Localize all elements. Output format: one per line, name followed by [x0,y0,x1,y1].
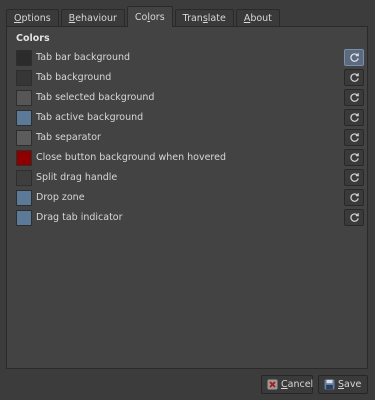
tab-colors-label-start: Co [134,11,148,23]
color-label: Tab selected background [36,92,155,103]
color-swatch[interactable] [16,90,32,106]
color-row-drop-zone: Drop zone [16,189,364,207]
color-swatch[interactable] [16,170,32,186]
color-label: Tab active background [36,112,144,123]
cancel-icon [267,379,278,390]
cancel-mnemonic: C [281,379,288,390]
color-label: Close button background when hovered [36,152,227,163]
tab-options[interactable]: Options [6,9,59,27]
tab-behaviour[interactable]: Behaviour [60,9,125,27]
reset-button[interactable] [344,149,364,166]
save-icon [324,379,335,390]
color-label: Drop zone [36,192,85,203]
color-row-split-drag-handle: Split drag handle [16,169,364,187]
tab-translate-label-end: late [207,13,226,24]
color-label: Tab separator [36,132,101,143]
colors-panel: Colors Tab bar background Tab background… [6,26,368,369]
tab-translate[interactable]: Tran s late [174,9,234,27]
reset-button[interactable] [344,69,364,86]
tab-behaviour-label: ehaviour [75,13,117,24]
color-swatch[interactable] [16,70,32,86]
tab-colors[interactable]: Co l ors [126,6,173,27]
reset-button[interactable] [344,169,364,186]
color-swatch[interactable] [16,150,32,166]
cancel-button[interactable]: Cancel [261,375,313,394]
tab-about-label: bout [250,13,272,24]
color-label: Tab background [36,72,112,83]
save-label: ave [344,379,362,390]
tab-translate-label-start: Tran [182,13,203,24]
reset-button[interactable] [344,129,364,146]
save-button[interactable]: Save [318,375,368,394]
settings-tab-bar: Options Behaviour Co l ors Tran s late About [6,6,282,27]
color-row-tab-active-background: Tab active background [16,109,364,127]
reset-button[interactable] [344,209,364,226]
color-label: Tab bar background [36,52,131,63]
color-swatch[interactable] [16,110,32,126]
cancel-label: ancel [287,379,314,390]
color-swatch[interactable] [16,210,32,226]
reset-icon [349,53,359,62]
tab-options-mnemonic: O [14,13,22,24]
reset-button[interactable] [344,49,364,66]
color-swatch[interactable] [16,50,32,66]
reset-icon [349,133,359,142]
color-row-close-button-hover: Close button background when hovered [16,149,364,167]
color-label: Drag tab indicator [36,212,123,223]
tab-about[interactable]: About [235,9,280,27]
color-label: Split drag handle [36,172,118,183]
reset-button[interactable] [344,89,364,106]
color-row-drag-tab-indicator: Drag tab indicator [16,209,364,227]
color-row-tab-selected-background: Tab selected background [16,89,364,107]
reset-button[interactable] [344,189,364,206]
section-title: Colors [16,33,50,44]
reset-icon [349,113,359,122]
reset-icon [349,193,359,202]
reset-button[interactable] [344,109,364,126]
reset-icon [349,93,359,102]
color-row-tab-bar-background: Tab bar background [16,49,364,67]
color-swatch[interactable] [16,190,32,206]
color-row-tab-separator: Tab separator [16,129,364,147]
reset-icon [349,153,359,162]
tab-colors-label-end: ors [150,11,165,23]
color-swatch[interactable] [16,130,32,146]
reset-icon [349,213,359,222]
reset-icon [349,173,359,182]
tab-options-label: ptions [21,13,51,24]
color-row-tab-background: Tab background [16,69,364,87]
reset-icon [349,73,359,82]
